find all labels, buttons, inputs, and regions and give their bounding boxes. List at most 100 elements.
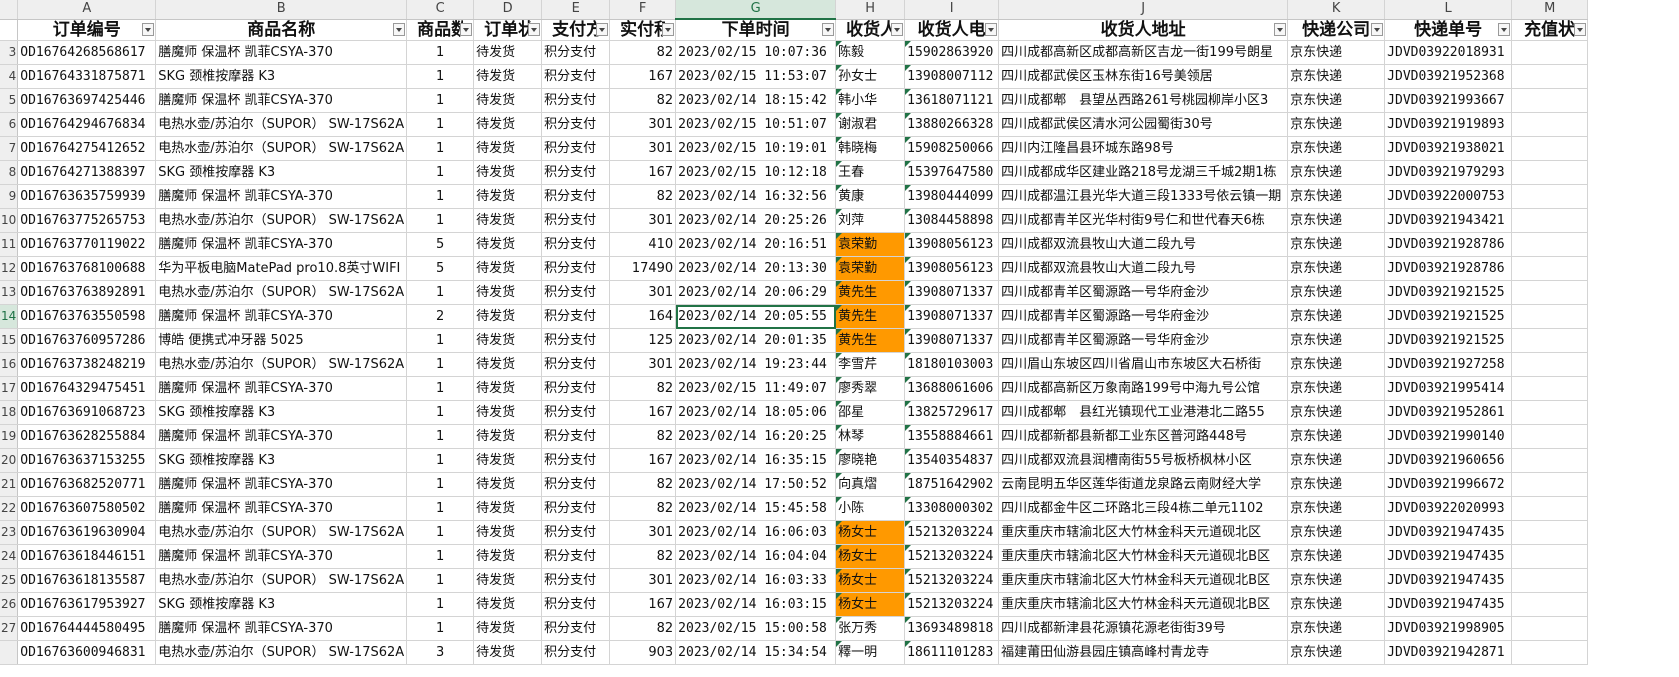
cell-address[interactable]: 四川成都郫 县望丛西路261号桃园柳岸小区3 [998,88,1289,113]
cell-pay[interactable]: 积分支付 [541,400,611,425]
header-cell-g[interactable]: 下单时间 [675,19,837,41]
row-number[interactable]: 25 [0,568,19,593]
cell-address[interactable]: 四川成都成华区建业路218号龙湖三千城2期1栋 [998,160,1289,185]
cell-address[interactable]: 四川成都双流县牧山大道二段九号 [998,232,1289,257]
cell-status[interactable]: 待发货 [473,448,543,473]
cell-charge[interactable] [1511,496,1589,521]
cell-product[interactable]: 电热水壶/苏泊尔（SUPOR） SW-17S62A [155,136,408,161]
filter-dropdown-icon[interactable] [1498,22,1511,36]
filter-dropdown-icon[interactable] [822,23,835,36]
row-number[interactable]: 23 [0,520,19,545]
column-letter-i[interactable]: I [904,0,1000,20]
row-number[interactable] [0,19,19,41]
cell-product[interactable]: 电热水壶/苏泊尔（SUPOR） SW-17S62A [155,280,408,305]
cell-pay[interactable]: 积分支付 [541,208,611,233]
column-letter-d[interactable]: D [473,0,543,20]
cell-id[interactable]: OD16764275412652 [17,136,157,161]
row-number[interactable]: 18 [0,400,19,425]
cell-name[interactable]: 杨女士 [835,544,906,569]
cell-phone[interactable]: 13693489818 [904,616,1000,641]
cell-product[interactable]: SKG 颈椎按摩器 K3 [155,448,408,473]
cell-pay[interactable]: 积分支付 [541,640,611,665]
cell-charge[interactable] [1511,280,1589,305]
header-cell-h[interactable]: 收货人 [835,19,906,41]
header-cell-j[interactable]: 收货人地址 [998,19,1289,41]
cell-product[interactable]: 膳魔师 保温杯 凯菲CSYA-370 [155,496,408,521]
cell-courier[interactable]: 京东快递 [1287,184,1386,209]
cell-tracking[interactable]: JDVD03921979293 [1384,160,1513,185]
cell-charge[interactable] [1511,160,1589,185]
cell-time[interactable]: 2023/02/14 18:05:06 [675,400,837,425]
cell-qty[interactable]: 1 [406,112,475,137]
cell-time[interactable]: 2023/02/14 16:32:56 [675,184,837,209]
row-number[interactable]: 9 [0,184,19,209]
cell-product[interactable]: 膳魔师 保温杯 凯菲CSYA-370 [155,376,408,401]
filter-dropdown-icon[interactable] [891,22,904,36]
cell-pay[interactable]: 积分支付 [541,352,611,377]
cell-qty[interactable]: 1 [406,280,475,305]
cell-amount[interactable]: 301 [609,208,677,233]
cell-time[interactable]: 2023/02/14 19:23:44 [675,352,837,377]
cell-id[interactable]: OD16763637153255 [17,448,157,473]
cell-courier[interactable]: 京东快递 [1287,64,1386,89]
column-letter-m[interactable]: M [1511,0,1589,20]
cell-id[interactable]: OD16763775265753 [17,208,157,233]
cell-phone[interactable]: 13825729617 [904,400,1000,425]
cell-qty[interactable]: 2 [406,304,475,329]
cell-time[interactable]: 2023/02/14 17:50:52 [675,472,837,497]
cell-name[interactable]: 陈毅 [835,40,906,65]
cell-time[interactable]: 2023/02/14 16:03:15 [675,592,837,617]
cell-phone[interactable]: 18751642902 [904,472,1000,497]
row-number[interactable]: 12 [0,256,19,281]
cell-amount[interactable]: 164 [609,304,677,329]
cell-id[interactable]: OD16763600946831 [17,640,157,665]
header-cell-c[interactable]: 商品数 [406,19,475,41]
cell-tracking[interactable]: JDVD03921947435 [1384,592,1513,617]
cell-courier[interactable]: 京东快递 [1287,496,1386,521]
row-number[interactable]: 5 [0,88,19,113]
cell-pay[interactable]: 积分支付 [541,448,611,473]
cell-courier[interactable]: 京东快递 [1287,520,1386,545]
cell-id[interactable]: OD16763628255884 [17,424,157,449]
cell-courier[interactable]: 京东快递 [1287,160,1386,185]
cell-amount[interactable]: 82 [609,184,677,209]
cell-pay[interactable]: 积分支付 [541,592,611,617]
cell-address[interactable]: 四川成都高新区万象南路199号中海九号公馆 [998,376,1289,401]
cell-amount[interactable]: 301 [609,136,677,161]
cell-time[interactable]: 2023/02/15 10:19:01 [675,136,837,161]
cell-charge[interactable] [1511,544,1589,569]
row-number[interactable]: 24 [0,544,19,569]
cell-phone[interactable]: 18611101283 [904,640,1000,665]
cell-charge[interactable] [1511,520,1589,545]
cell-tracking[interactable]: JDVD03921947435 [1384,568,1513,593]
cell-time[interactable]: 2023/02/14 16:04:04 [675,544,837,569]
cell-pay[interactable]: 积分支付 [541,496,611,521]
cell-tracking[interactable]: JDVD03921998905 [1384,616,1513,641]
cell-name[interactable]: 釋一明 [835,640,906,665]
cell-time[interactable]: 2023/02/15 11:53:07 [675,64,837,89]
cell-charge[interactable] [1511,232,1589,257]
cell-amount[interactable]: 301 [609,280,677,305]
cell-phone[interactable]: 15213203224 [904,568,1000,593]
cell-amount[interactable]: 167 [609,448,677,473]
cell-courier[interactable]: 京东快递 [1287,40,1386,65]
cell-pay[interactable]: 积分支付 [541,544,611,569]
cell-product[interactable]: 膳魔师 保温杯 凯菲CSYA-370 [155,40,408,65]
cell-name[interactable]: 小陈 [835,496,906,521]
cell-status[interactable]: 待发货 [473,136,543,161]
cell-courier[interactable]: 京东快递 [1287,208,1386,233]
cell-name[interactable]: 黄先生 [835,328,906,353]
header-cell-d[interactable]: 订单状 [473,19,543,41]
cell-tracking[interactable]: JDVD03921952368 [1384,64,1513,89]
header-cell-l[interactable]: 快递单号 [1384,19,1513,41]
cell-qty[interactable]: 1 [406,40,475,65]
header-cell-e[interactable]: 支付方 [541,19,611,41]
cell-charge[interactable] [1511,112,1589,137]
cell-qty[interactable]: 1 [406,136,475,161]
cell-status[interactable]: 待发货 [473,376,543,401]
cell-name[interactable]: 孙女士 [835,64,906,89]
cell-qty[interactable]: 1 [406,328,475,353]
cell-id[interactable]: OD16763618135587 [17,568,157,593]
row-number[interactable]: 22 [0,496,19,521]
cell-name[interactable]: 韩晓梅 [835,136,906,161]
